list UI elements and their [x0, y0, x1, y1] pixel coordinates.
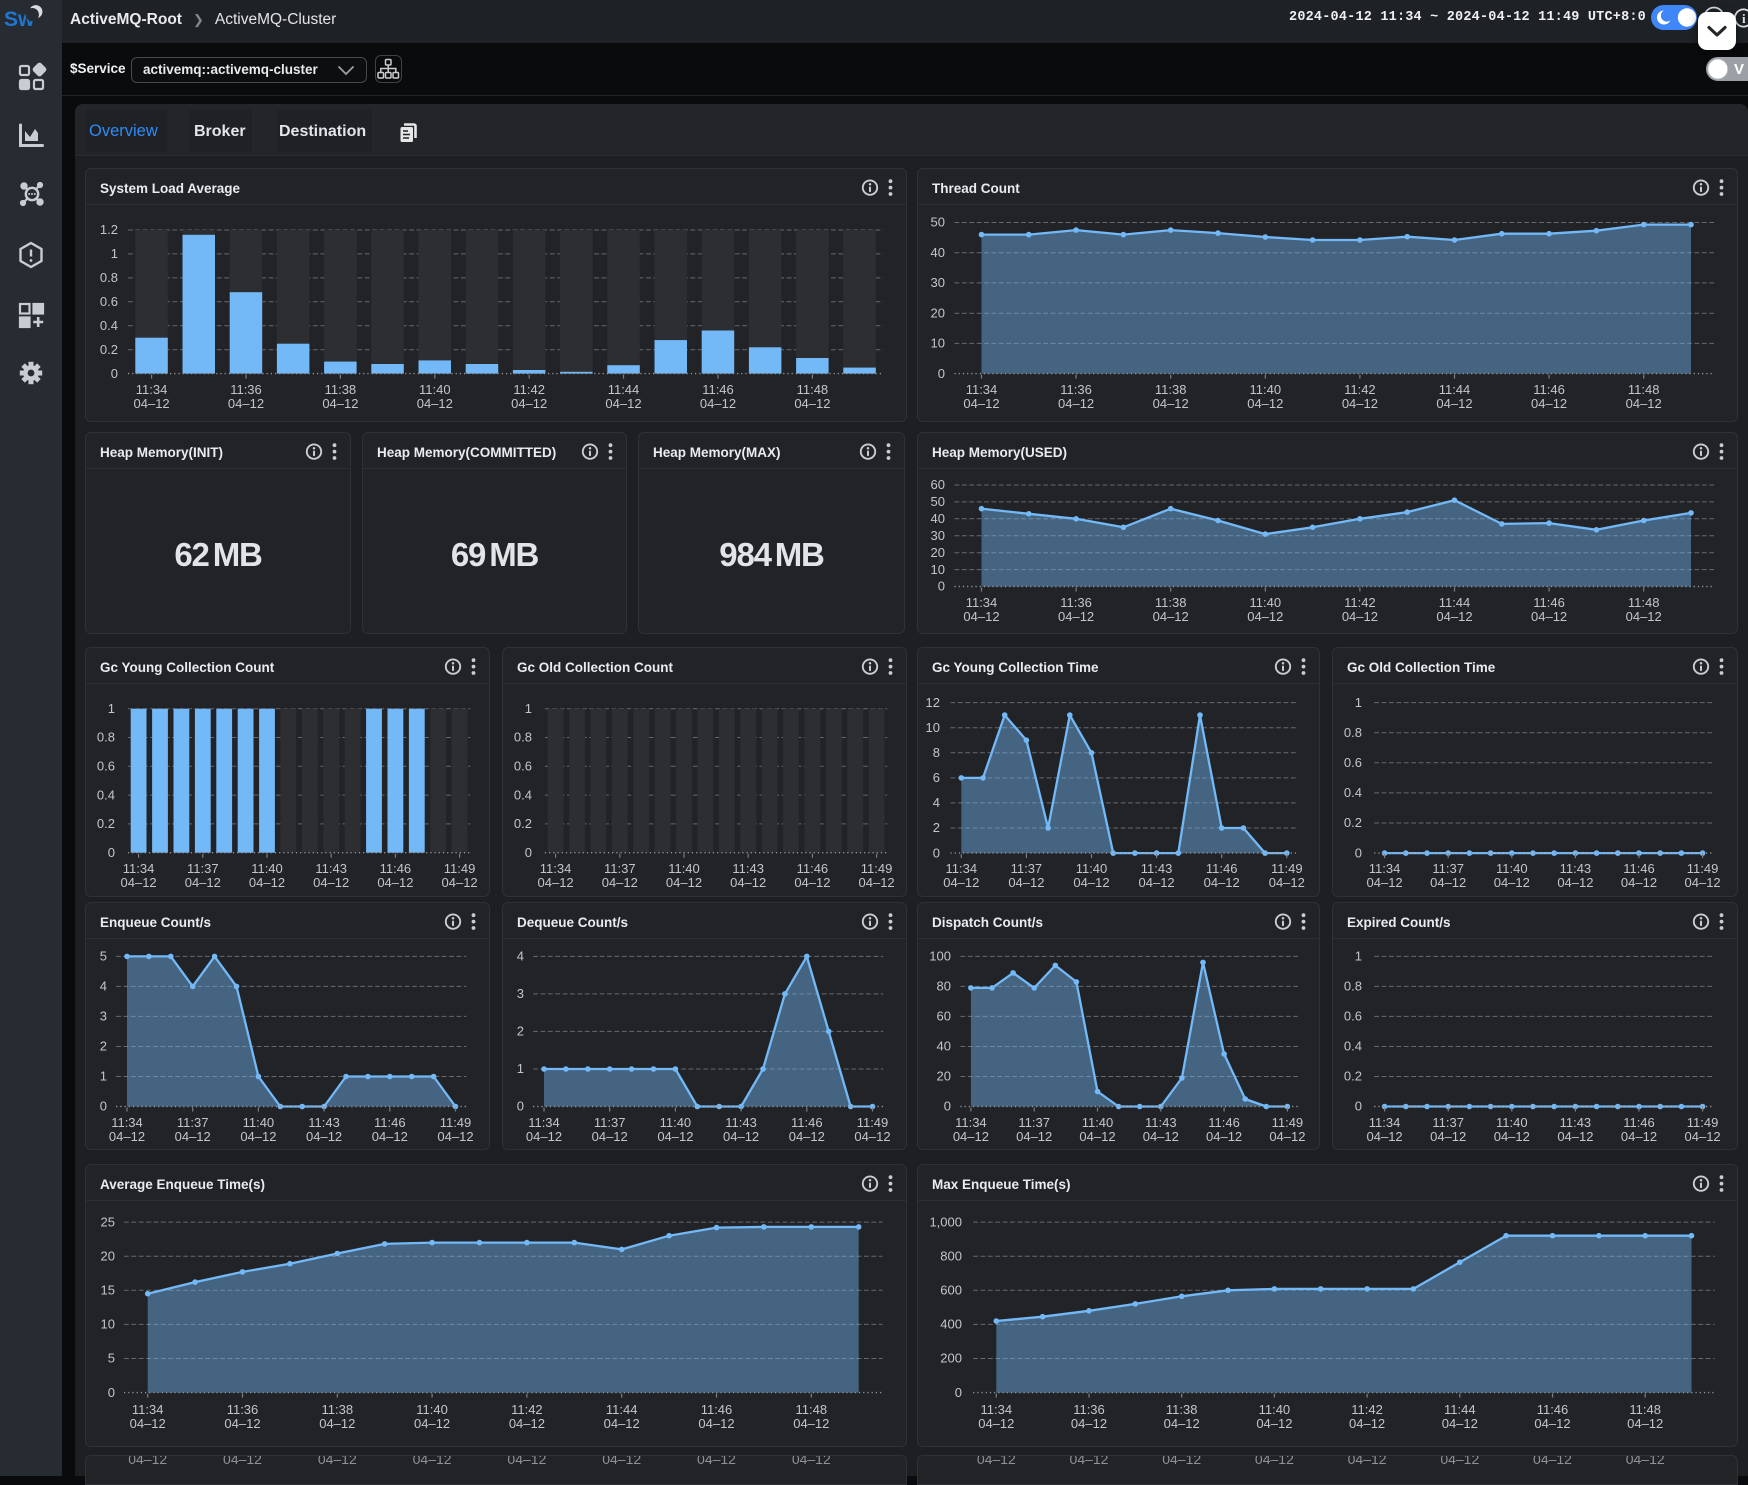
svg-text:2: 2: [933, 820, 940, 835]
svg-text:40: 40: [937, 1039, 951, 1054]
svg-text:0: 0: [100, 1099, 107, 1114]
svg-text:0.4: 0.4: [1344, 1039, 1362, 1054]
svg-text:0.8: 0.8: [1344, 979, 1362, 994]
svg-text:0: 0: [955, 1385, 962, 1400]
svg-text:5: 5: [100, 949, 107, 964]
svg-text:20: 20: [931, 305, 945, 320]
svg-text:60: 60: [931, 477, 945, 492]
svg-text:0.8: 0.8: [100, 270, 118, 285]
svg-text:0.4: 0.4: [514, 787, 532, 802]
svg-text:0: 0: [1355, 1099, 1362, 1114]
svg-text:0.4: 0.4: [100, 318, 118, 333]
svg-text:10: 10: [926, 720, 940, 735]
svg-text:50: 50: [931, 494, 945, 509]
svg-text:80: 80: [937, 979, 951, 994]
svg-text:20: 20: [101, 1248, 115, 1263]
svg-text:800: 800: [940, 1248, 962, 1263]
svg-text:0: 0: [111, 366, 118, 381]
svg-text:0: 0: [1355, 845, 1362, 860]
svg-text:40: 40: [931, 245, 945, 260]
svg-text:2: 2: [517, 1024, 524, 1039]
svg-text:0: 0: [108, 1385, 115, 1400]
svg-text:100: 100: [929, 949, 951, 964]
svg-text:0.6: 0.6: [1344, 755, 1362, 770]
svg-text:1,000: 1,000: [929, 1214, 962, 1229]
svg-text:3: 3: [100, 1009, 107, 1024]
svg-text:0.2: 0.2: [1344, 1069, 1362, 1084]
svg-text:50: 50: [931, 215, 945, 230]
svg-text:12: 12: [926, 695, 940, 710]
svg-text:1: 1: [1355, 695, 1362, 710]
svg-text:0: 0: [525, 845, 532, 860]
svg-text:6: 6: [933, 770, 940, 785]
svg-text:200: 200: [940, 1351, 962, 1366]
svg-text:0.2: 0.2: [100, 342, 118, 357]
svg-text:4: 4: [933, 795, 940, 810]
svg-text:10: 10: [931, 562, 945, 577]
svg-text:8: 8: [933, 745, 940, 760]
svg-text:600: 600: [940, 1283, 962, 1298]
svg-text:V: V: [1734, 61, 1744, 78]
svg-text:40: 40: [931, 511, 945, 526]
svg-text:30: 30: [931, 528, 945, 543]
svg-text:0.6: 0.6: [97, 759, 115, 774]
svg-text:20: 20: [931, 545, 945, 560]
svg-text:1: 1: [108, 701, 115, 716]
svg-text:10: 10: [101, 1317, 115, 1332]
svg-text:i: i: [1742, 11, 1746, 26]
svg-text:0.4: 0.4: [97, 787, 115, 802]
svg-text:0.8: 0.8: [514, 730, 532, 745]
svg-text:1: 1: [100, 1069, 107, 1084]
svg-text:15: 15: [101, 1283, 115, 1298]
svg-text:10: 10: [931, 336, 945, 351]
svg-text:0: 0: [938, 366, 945, 381]
svg-text:0.6: 0.6: [514, 759, 532, 774]
svg-text:1: 1: [1355, 949, 1362, 964]
svg-text:0.2: 0.2: [514, 816, 532, 831]
svg-text:1.2: 1.2: [100, 222, 118, 237]
svg-text:0.2: 0.2: [97, 816, 115, 831]
svg-text:0.2: 0.2: [1344, 815, 1362, 830]
svg-text:5: 5: [108, 1351, 115, 1366]
svg-text:3: 3: [517, 986, 524, 1001]
svg-text:0: 0: [944, 1099, 951, 1114]
svg-text:60: 60: [937, 1009, 951, 1024]
svg-text:25: 25: [101, 1214, 115, 1229]
svg-text:0.6: 0.6: [1344, 1009, 1362, 1024]
svg-text:0: 0: [938, 579, 945, 594]
svg-text:0.8: 0.8: [1344, 725, 1362, 740]
svg-text:20: 20: [937, 1069, 951, 1084]
svg-text:0: 0: [517, 1099, 524, 1114]
svg-text:4: 4: [517, 949, 524, 964]
svg-text:2: 2: [100, 1039, 107, 1054]
svg-text:0.6: 0.6: [100, 294, 118, 309]
svg-text:0.8: 0.8: [97, 730, 115, 745]
svg-text:30: 30: [931, 275, 945, 290]
svg-text:1: 1: [517, 1061, 524, 1076]
svg-text:1: 1: [111, 246, 118, 261]
svg-text:0: 0: [933, 845, 940, 860]
svg-text:1: 1: [525, 701, 532, 716]
svg-text:4: 4: [100, 979, 107, 994]
svg-text:0.4: 0.4: [1344, 785, 1362, 800]
svg-text:0: 0: [108, 845, 115, 860]
svg-text:400: 400: [940, 1317, 962, 1332]
